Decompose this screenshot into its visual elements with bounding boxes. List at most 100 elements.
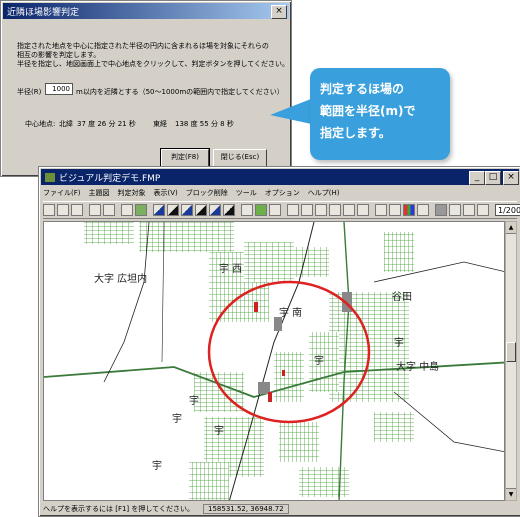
menu-block-delete[interactable]: ブロック削除 [186, 188, 228, 198]
map-label-aza: 宇 [189, 396, 199, 407]
latitude-label: 北緯 [59, 120, 73, 128]
scroll-thumb[interactable] [506, 342, 516, 362]
scroll-down-arrow-icon[interactable]: ▼ [506, 488, 516, 500]
new-icon[interactable] [43, 204, 55, 216]
gray-field [274, 317, 282, 331]
dialog-description-3: 半径を指定し、地図画面上で中心地点をクリックして、判定ボタンを押してください。 [17, 60, 290, 68]
map-label-aza: 宇 [214, 426, 224, 437]
app-icon [45, 172, 55, 182]
status-hint: ヘルプを表示するには [F1] を押してください。 [43, 504, 194, 513]
map-label-nakajima: 大字 中島 [396, 362, 440, 373]
open-icon[interactable] [57, 204, 69, 216]
status-coords: 158531.52, 36948.72 [203, 503, 289, 514]
radius-input[interactable]: 1000 [45, 83, 73, 95]
menu-tools[interactable]: ツール [236, 188, 257, 198]
menu-help[interactable]: ヘルプ(H) [308, 188, 340, 198]
scale-value: 1/20000 [498, 206, 520, 215]
triangle-tool-5-icon[interactable] [209, 204, 221, 216]
red-field [282, 370, 285, 376]
plane-icon[interactable] [287, 204, 299, 216]
map-view[interactable]: 大字 広坦内 宇 西 宇 南 大字 中島 谷田 宇 宇 宇 宇 宇 宇 [43, 221, 505, 501]
field-block [189, 462, 229, 500]
window-close-icon[interactable]: × [503, 171, 519, 185]
scale-select[interactable]: 1/20000 ▼ [495, 204, 520, 216]
triangle-tool-4-icon[interactable] [195, 204, 207, 216]
preview-icon[interactable] [103, 204, 115, 216]
menu-bar: ファイル(F) 主題図 判定対象 表示(V) ブロック削除 ツール オプション … [43, 187, 348, 198]
vertical-scrollbar[interactable]: ▲ ▼ [505, 221, 517, 501]
menu-options[interactable]: オプション [265, 188, 300, 198]
triangle-tool-6-icon[interactable] [223, 204, 235, 216]
toolbar: 1/20000 ▼ [43, 201, 520, 219]
triangle-tool-3-icon[interactable] [181, 204, 193, 216]
table-tool-icon[interactable] [269, 204, 281, 216]
window-tool-icon[interactable] [389, 204, 401, 216]
map-label-aza: 宇 [172, 414, 182, 425]
triangle-tool-1-icon[interactable] [153, 204, 165, 216]
triangle-tool-2-icon[interactable] [167, 204, 179, 216]
map-label-hirotauchi: 大字 広坦内 [94, 274, 148, 285]
red-field [254, 302, 258, 312]
map-label-yata: 谷田 [392, 292, 412, 303]
pattern-tool-4-icon[interactable] [477, 204, 489, 216]
columns-tool-2-icon[interactable] [315, 204, 327, 216]
map-label-nishi: 宇 西 [219, 264, 243, 275]
latitude-value: 37 度 26 分 21 秒 [77, 120, 136, 128]
map-label-aza: 宇 [152, 461, 162, 472]
close-button[interactable]: 閉じる(Esc) [213, 149, 267, 167]
proximity-dialog: 近隣ほ場影響判定 × 指定された地点を中心に指定された半径の円内に含まれるほ場を… [0, 0, 292, 177]
field-block [374, 412, 414, 442]
field-block [289, 247, 329, 277]
radius-suffix: m以内を近隣とする（50～1000mの範囲内で指定してください） [76, 88, 284, 96]
columns-tool-1-icon[interactable] [301, 204, 313, 216]
center-label: 中心地点: [25, 120, 56, 128]
columns-tool-3-icon[interactable] [329, 204, 341, 216]
table2-tool-icon[interactable] [417, 204, 429, 216]
field-block [274, 352, 304, 402]
color-tool-icon[interactable] [403, 204, 415, 216]
map-label-aza: 宇 [314, 356, 324, 367]
field-block [244, 242, 294, 282]
dialog-titlebar[interactable]: 近隣ほ場影響判定 [3, 3, 289, 19]
map-label-minami: 宇 南 [279, 308, 303, 319]
pattern-tool-3-icon[interactable] [463, 204, 475, 216]
print-icon[interactable] [89, 204, 101, 216]
scroll-up-arrow-icon[interactable]: ▲ [506, 222, 516, 234]
globe-icon[interactable] [135, 204, 147, 216]
callout-bubble: 判定するほ場の 範囲を半径(m)で 指定します。 [310, 68, 450, 160]
minimize-icon[interactable]: _ [469, 171, 485, 185]
menu-thematic-map[interactable]: 主題図 [89, 188, 110, 198]
app-title: ビジュアル判定デモ.FMP [59, 173, 161, 184]
field-block [139, 222, 234, 252]
dialog-title: 近隣ほ場影響判定 [7, 7, 80, 18]
field-block [84, 222, 134, 244]
app-window: ビジュアル判定デモ.FMP _ □ × ファイル(F) 主題図 判定対象 表示(… [38, 166, 520, 517]
menu-view[interactable]: 表示(V) [154, 188, 178, 198]
image-tool-icon[interactable] [255, 204, 267, 216]
field-block [299, 467, 349, 497]
callout-line-3: 指定します。 [320, 126, 391, 140]
text-tool-icon[interactable] [241, 204, 253, 216]
columns-tool-4-icon[interactable] [343, 204, 355, 216]
pointer-icon[interactable] [375, 204, 387, 216]
menu-file[interactable]: ファイル(F) [43, 188, 81, 198]
pattern-tool-2-icon[interactable] [449, 204, 461, 216]
field-block [384, 232, 414, 272]
columns-tool-5-icon[interactable] [357, 204, 369, 216]
status-bar: ヘルプを表示するには [F1] を押してください。 158531.52, 369… [43, 503, 517, 514]
radius-label: 半径(R) [17, 88, 42, 96]
callout-line-2: 範囲を半径(m)で [320, 104, 416, 118]
save-icon[interactable] [71, 204, 83, 216]
pattern-tool-1-icon[interactable] [435, 204, 447, 216]
dialog-close-icon[interactable]: × [271, 5, 287, 19]
longitude-value: 138 度 55 分 8 秒 [175, 120, 234, 128]
app-titlebar[interactable]: ビジュアル判定デモ.FMP [41, 169, 519, 185]
maximize-icon[interactable]: □ [485, 171, 501, 185]
judge-button[interactable]: 判定(F8) [160, 148, 210, 168]
map-label-aza: 宇 [394, 338, 404, 349]
red-field [268, 392, 272, 402]
menu-judge-target[interactable]: 判定対象 [118, 188, 146, 198]
grid-icon[interactable] [121, 204, 133, 216]
longitude-label: 東経 [153, 120, 167, 128]
field-block [279, 422, 319, 462]
